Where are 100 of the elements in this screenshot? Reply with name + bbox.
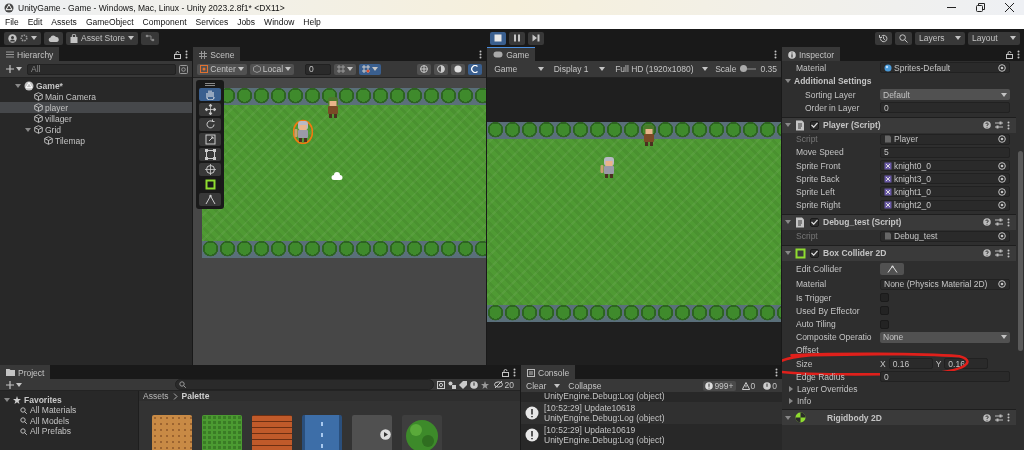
panel-tab[interactable]: Hierarchy [0, 47, 60, 61]
rotate-tool-button[interactable] [199, 118, 222, 131]
resolution-dropdown[interactable]: Full HD (1920x1080) [612, 63, 712, 75]
move-tool-button[interactable] [199, 103, 222, 116]
text-field[interactable]: 0 [880, 102, 1010, 114]
tile-thumbnail[interactable] [352, 415, 392, 450]
hierarchy-item[interactable]: villager [0, 113, 193, 124]
add-button[interactable] [4, 380, 24, 389]
globe-button[interactable] [417, 63, 432, 75]
warning-count-toggle[interactable]: 0 [739, 380, 758, 391]
breadcrumb-link[interactable]: Palette [181, 391, 210, 401]
drag-handle-icon[interactable] [205, 83, 216, 86]
scene-picker-icon[interactable] [179, 64, 189, 74]
scale-slider-thumb[interactable] [739, 65, 747, 72]
scrollbar[interactable] [1018, 151, 1023, 351]
object-field[interactable]: Sprites-Default [880, 62, 1010, 74]
hand-tool-button[interactable] [199, 88, 222, 101]
text-field[interactable]: 5 [880, 146, 1010, 158]
dropdown[interactable]: Default [880, 89, 1010, 101]
expand-arrow-icon[interactable] [785, 78, 791, 85]
panel-tab[interactable]: Scene [193, 47, 241, 61]
star-icon[interactable] [480, 380, 489, 389]
foldout-header[interactable]: Layer Overrides [782, 383, 1016, 396]
grid-size-field[interactable]: 0 [305, 63, 332, 75]
log-count-toggle[interactable]: 999+ [703, 380, 736, 391]
log-entry[interactable]: [10:52:29] Update10618 UnityEngine.Debug:Log (object) [521, 402, 782, 424]
more-icon[interactable] [1007, 120, 1010, 130]
object-field[interactable]: knight2_0 [880, 199, 1010, 211]
more-icon[interactable] [1007, 217, 1010, 227]
expand-arrow-icon[interactable] [785, 219, 791, 226]
number-field[interactable]: 0.16 [888, 358, 933, 370]
help-icon[interactable] [983, 218, 991, 227]
panel-tab[interactable]: Project [0, 365, 51, 379]
search-field[interactable]: All [27, 63, 177, 75]
panel-tab[interactable]: Game [487, 47, 536, 61]
menu-item[interactable]: Window [264, 17, 295, 27]
restore-icon[interactable] [976, 3, 985, 12]
expand-arrow-icon[interactable] [785, 122, 791, 129]
favorites-item[interactable]: All Prefabs [0, 426, 138, 437]
edit-collider-button[interactable] [880, 263, 904, 276]
menu-item[interactable]: GameObject [85, 17, 134, 27]
help-icon[interactable] [983, 249, 991, 258]
more-icon[interactable] [775, 368, 778, 377]
menu-item[interactable]: Help [303, 17, 321, 27]
dropdown[interactable]: None [880, 331, 1010, 343]
hierarchy-item[interactable]: Grid [0, 124, 193, 135]
tile-thumbnail[interactable] [202, 415, 242, 450]
expand-arrow-icon[interactable] [25, 126, 31, 133]
search-by-type-icon[interactable] [436, 380, 445, 389]
component-header[interactable]: Player (Script) [782, 116, 1016, 133]
search-button[interactable] [895, 31, 912, 45]
clear-options-dropdown[interactable] [552, 383, 563, 388]
search-field[interactable] [175, 379, 434, 390]
component-header[interactable]: Box Collider 2D [782, 244, 1016, 261]
object-field[interactable]: knight3_0 [880, 173, 1010, 185]
play-icon[interactable] [380, 429, 391, 440]
enabled-checkbox[interactable] [810, 120, 819, 130]
more-icon[interactable] [479, 50, 483, 59]
hierarchy-item[interactable]: Main Camera [0, 91, 193, 102]
tile-thumbnail[interactable] [152, 415, 192, 450]
expand-arrow-icon[interactable] [785, 250, 791, 257]
add-button[interactable] [4, 65, 24, 73]
collapse-button[interactable]: Collapse [566, 380, 604, 391]
more-icon[interactable] [513, 368, 516, 377]
space-dropdown[interactable]: Local [249, 63, 295, 75]
panel-tab[interactable]: Inspector [782, 47, 840, 61]
version-control-button[interactable] [140, 31, 159, 45]
foldout-header[interactable]: Info [782, 395, 1016, 408]
lock-icon[interactable] [1006, 50, 1013, 59]
object-field[interactable]: None (Physics Material 2D) [880, 278, 1010, 290]
lighting-button[interactable] [468, 63, 483, 75]
component-header[interactable]: Rigidbody 2D [782, 409, 1016, 426]
layers-dropdown[interactable]: Layers [915, 31, 965, 45]
object-field[interactable]: knight0_0 [880, 160, 1010, 172]
section-header[interactable]: Additional Settings [782, 74, 1016, 89]
edit-tool-button[interactable] [199, 193, 222, 206]
bush-thumbnail[interactable] [402, 415, 442, 450]
menu-item[interactable]: Services [195, 17, 229, 27]
favorites-item[interactable]: All Models [0, 415, 138, 426]
account-button[interactable] [4, 31, 41, 45]
hierarchy-item[interactable]: player [0, 102, 193, 113]
tile-thumbnail[interactable] [252, 415, 292, 450]
lock-icon[interactable] [174, 50, 182, 59]
component-header[interactable]: Debug_test (Script) [782, 213, 1016, 230]
layout-dropdown[interactable]: Layout [968, 31, 1020, 45]
play-button[interactable] [489, 31, 506, 45]
rect-tool-button[interactable] [199, 148, 222, 161]
clear-button[interactable]: Clear [524, 380, 549, 391]
expand-arrow-icon[interactable] [785, 414, 791, 421]
more-icon[interactable] [1007, 413, 1010, 423]
target-icon[interactable] [998, 63, 1006, 72]
presets-icon[interactable] [995, 249, 1003, 258]
close-icon[interactable] [1005, 3, 1014, 12]
tile-thumbnail[interactable] [302, 415, 342, 450]
lock-icon[interactable] [502, 368, 509, 377]
enabled-checkbox[interactable] [810, 217, 819, 227]
sphere-button[interactable] [451, 63, 466, 75]
pivot-dropdown[interactable]: Center [197, 63, 247, 75]
menu-item[interactable]: File [5, 17, 19, 27]
menu-item[interactable]: Assets [51, 17, 77, 27]
